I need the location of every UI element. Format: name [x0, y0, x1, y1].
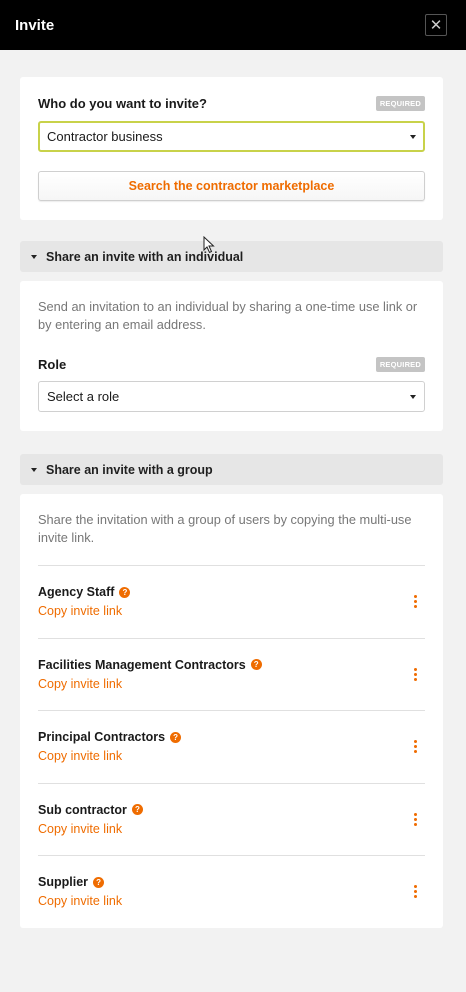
search-marketplace-button[interactable]: Search the contractor marketplace: [38, 171, 425, 201]
help-icon[interactable]: ?: [119, 586, 131, 598]
help-icon[interactable]: ?: [131, 804, 143, 816]
group-list: Agency Staff ? Copy invite link Faciliti…: [38, 565, 425, 928]
more-options-icon[interactable]: [405, 664, 425, 684]
caret-down-icon: [31, 467, 37, 472]
individual-description: Send an invitation to an individual by s…: [38, 299, 418, 332]
group-section-title: Share an invite with a group: [46, 462, 213, 477]
required-badge: REQUIRED: [375, 357, 425, 372]
list-item: Supplier ? Copy invite link: [38, 855, 425, 928]
caret-down-icon: [31, 254, 37, 259]
mouse-pointer-icon: [203, 236, 215, 254]
chevron-down-icon: [410, 134, 416, 139]
individual-card: Send an invitation to an individual by s…: [20, 281, 443, 431]
list-item: Agency Staff ? Copy invite link: [38, 565, 425, 638]
role-label: Role: [38, 357, 67, 372]
modal-content: Who do you want to invite? REQUIRED Cont…: [0, 50, 466, 928]
copy-invite-link[interactable]: Copy invite link: [38, 677, 262, 691]
role-select[interactable]: Select a role: [38, 381, 425, 412]
list-item: Principal Contractors ? Copy invite link: [38, 710, 425, 783]
help-icon[interactable]: ?: [93, 876, 105, 888]
group-name: Supplier: [38, 875, 89, 890]
invite-type-select[interactable]: Contractor business: [38, 121, 425, 152]
more-options-icon[interactable]: [405, 592, 425, 612]
list-item: Sub contractor ? Copy invite link: [38, 782, 425, 856]
help-icon[interactable]: ?: [170, 731, 182, 743]
group-description: Share the invitation with a group of use…: [38, 512, 412, 545]
more-options-icon[interactable]: [405, 737, 425, 757]
list-item: Facilities Management Contractors ? Copy…: [38, 637, 425, 711]
invite-type-card: Who do you want to invite? REQUIRED Cont…: [20, 77, 443, 220]
help-icon[interactable]: ?: [250, 659, 262, 671]
group-name: Principal Contractors: [38, 730, 166, 745]
invite-type-value: Contractor business: [47, 129, 163, 144]
modal-header: Invite ✕: [0, 0, 466, 50]
copy-invite-link[interactable]: Copy invite link: [38, 604, 130, 618]
close-icon[interactable]: ✕: [425, 14, 447, 36]
group-name: Facilities Management Contractors: [38, 657, 246, 672]
group-name: Sub contractor: [38, 802, 127, 817]
group-card: Share the invitation with a group of use…: [20, 494, 443, 928]
role-select-value: Select a role: [47, 389, 120, 404]
group-section-toggle[interactable]: Share an invite with a group: [20, 454, 443, 485]
group-name: Agency Staff: [38, 585, 115, 600]
individual-section-toggle[interactable]: Share an invite with an individual: [20, 241, 443, 272]
chevron-down-icon: [410, 394, 416, 399]
copy-invite-link[interactable]: Copy invite link: [38, 822, 143, 836]
modal-title: Invite: [15, 16, 55, 34]
copy-invite-link[interactable]: Copy invite link: [38, 749, 181, 763]
invite-type-label: Who do you want to invite?: [38, 96, 207, 111]
copy-invite-link[interactable]: Copy invite link: [38, 894, 122, 908]
more-options-icon[interactable]: [405, 882, 425, 902]
required-badge: REQUIRED: [375, 96, 425, 111]
more-options-icon[interactable]: [405, 809, 425, 829]
